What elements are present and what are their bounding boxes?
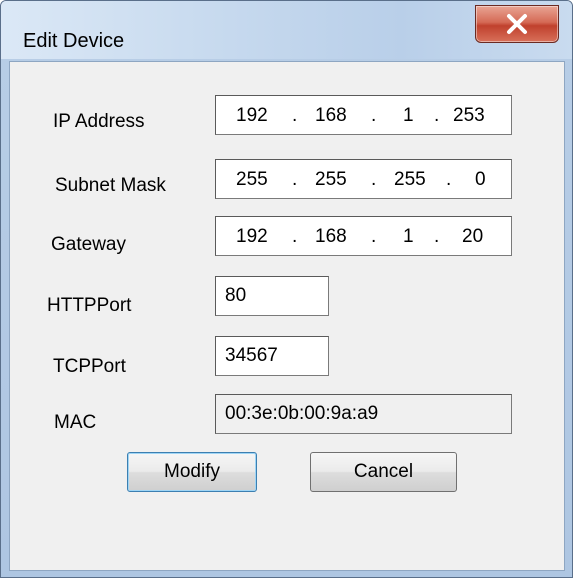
mac-label: MAC: [54, 412, 97, 433]
dialog-body: IP Address 192 . 168 . 1 . 253 Subnet Ma…: [9, 61, 565, 571]
ip-address-octet-4[interactable]: 253: [453, 105, 485, 127]
edit-device-window: Edit Device IP Address 192 . 168 . 1 . 2…: [0, 0, 573, 578]
title-bar[interactable]: Edit Device: [1, 1, 572, 59]
gateway-dot-1: .: [292, 226, 298, 247]
ip-address-dot-3: .: [434, 105, 440, 126]
gateway-field[interactable]: 192 . 168 . 1 . 20: [215, 216, 512, 256]
modify-button[interactable]: Modify: [127, 452, 257, 492]
gateway-octet-2[interactable]: 168: [315, 226, 347, 248]
gateway-label: Gateway: [51, 234, 126, 255]
subnet-mask-octet-2[interactable]: 255: [315, 169, 347, 191]
ip-address-dot-1: .: [292, 105, 298, 126]
gateway-dot-2: .: [371, 226, 377, 247]
subnet-mask-dot-2: .: [371, 169, 377, 190]
ip-address-octet-2[interactable]: 168: [315, 105, 347, 127]
gateway-octet-1[interactable]: 192: [236, 226, 268, 248]
ip-address-label: IP Address: [53, 111, 145, 132]
subnet-mask-label: Subnet Mask: [55, 175, 166, 196]
close-button[interactable]: [475, 5, 559, 43]
subnet-mask-dot-1: .: [292, 169, 298, 190]
mac-address-field: [215, 394, 512, 434]
subnet-mask-octet-1[interactable]: 255: [236, 169, 268, 191]
ip-address-octet-1[interactable]: 192: [236, 105, 268, 127]
close-icon: [507, 14, 527, 34]
ip-address-field[interactable]: 192 . 168 . 1 . 253: [215, 95, 512, 135]
cancel-button[interactable]: Cancel: [310, 452, 457, 492]
subnet-mask-octet-3[interactable]: 255: [394, 169, 426, 191]
subnet-mask-dot-3: .: [446, 169, 452, 190]
gateway-octet-3[interactable]: 1: [403, 226, 414, 248]
gateway-dot-3: .: [434, 226, 440, 247]
ip-address-dot-2: .: [371, 105, 377, 126]
ip-address-octet-3[interactable]: 1: [403, 105, 414, 127]
window-title: Edit Device: [23, 30, 125, 52]
http-port-input[interactable]: [215, 276, 329, 316]
gateway-octet-4[interactable]: 20: [462, 226, 483, 248]
http-port-label: HTTPPort: [47, 295, 132, 316]
tcp-port-label: TCPPort: [53, 356, 126, 377]
subnet-mask-field[interactable]: 255 . 255 . 255 . 0: [215, 159, 512, 199]
tcp-port-input[interactable]: [215, 336, 329, 376]
subnet-mask-octet-4[interactable]: 0: [475, 169, 486, 191]
